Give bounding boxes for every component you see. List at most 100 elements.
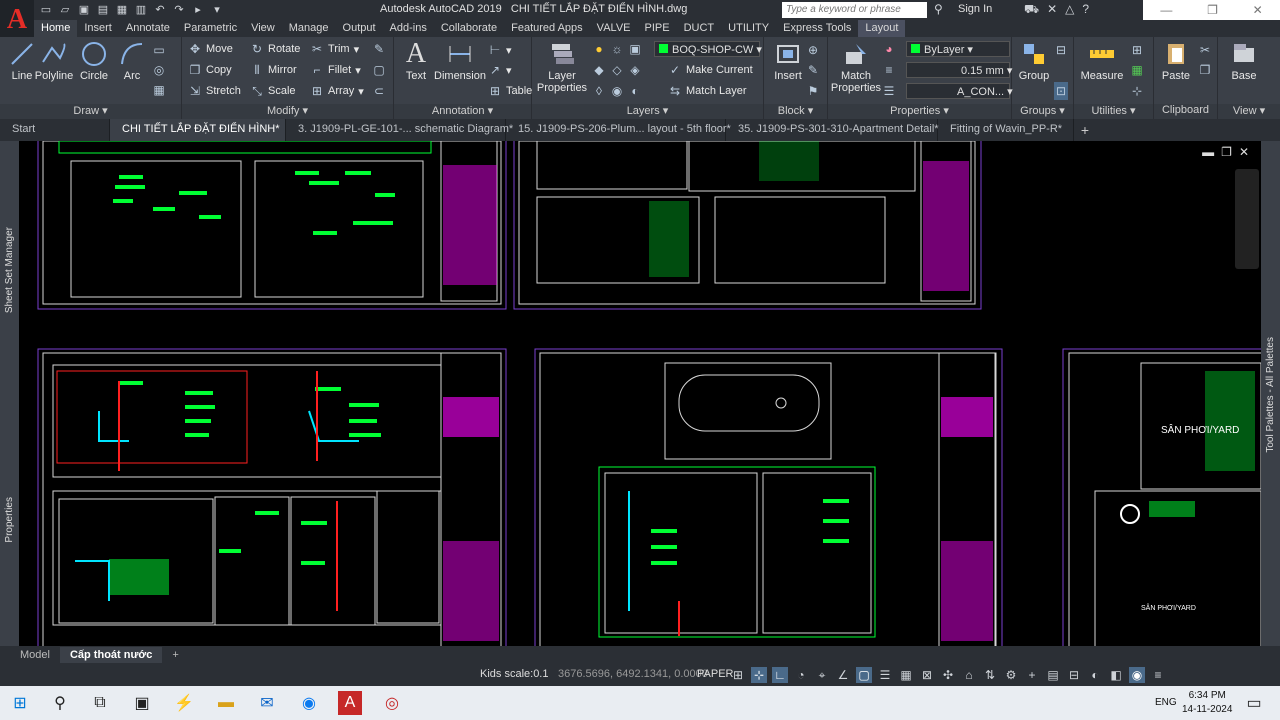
snap-icon[interactable]: ⊹ — [751, 667, 767, 683]
properties-panel-title[interactable]: Properties ▾ — [828, 104, 1011, 119]
erase-icon[interactable]: ✎ — [372, 40, 386, 58]
undo-icon[interactable]: ↶ — [152, 2, 168, 17]
clock[interactable]: 6:34 PM 14-11-2024 — [1182, 689, 1232, 717]
ribbon-tab-annotate[interactable]: Annotate — [119, 20, 177, 37]
hatch-icon[interactable]: ◎ — [152, 61, 166, 79]
paper-space-button[interactable]: PAPER — [697, 668, 733, 680]
ribbon-tab-collaborate[interactable]: Collaborate — [434, 20, 504, 37]
color-wheel-icon[interactable]: ◕ — [882, 40, 896, 58]
selection-cycling-icon[interactable]: ⊠ — [919, 667, 935, 683]
quick-properties-icon[interactable]: ▤ — [1045, 667, 1061, 683]
doc-tab-apartment[interactable]: 35. J1909-PS-301-310-Apartment Detail* — [726, 119, 939, 141]
doc-tab-plumbing[interactable]: 15. J1909-PS-206-Plum... layout - 5th fl… — [506, 119, 731, 141]
language-indicator[interactable]: ENG — [1155, 697, 1177, 708]
clipboard-panel-title[interactable]: Clipboard — [1154, 104, 1217, 119]
help-icon[interactable]: ? — [1082, 2, 1089, 18]
layers-panel-title[interactable]: Layers ▾ — [532, 104, 763, 119]
screen-recorder-icon[interactable]: ◎ — [380, 691, 404, 715]
lineweight-icon[interactable]: ≡ — [882, 61, 896, 79]
save-as-icon[interactable]: ▤ — [95, 2, 111, 17]
close-icon[interactable]: ✕ — [1253, 3, 1263, 17]
edit-block-icon[interactable]: ✎ — [806, 61, 820, 79]
clean-screen-icon[interactable]: ◉ — [1129, 667, 1145, 683]
fillet-button[interactable]: ⌐ Fillet ▾ — [310, 61, 360, 79]
doc-tab-schematic[interactable]: 3. J1909-PL-GE-101-... schematic Diagram… — [286, 119, 513, 141]
polyline-button[interactable]: Polyline — [32, 40, 76, 82]
zalo-icon[interactable]: ◉ — [297, 691, 321, 715]
ribbon-tab-manage[interactable]: Manage — [282, 20, 336, 37]
ribbon-tab-duct[interactable]: DUCT — [677, 20, 722, 37]
doc-tab-wavin[interactable]: Fitting of Wavin_PP-R* — [938, 119, 1074, 141]
notification-icon[interactable]: ▭ — [1242, 691, 1266, 715]
autoscale-icon[interactable]: ⇅ — [982, 667, 998, 683]
array-button[interactable]: ⊞ Array ▾ — [310, 82, 364, 100]
gradient-icon[interactable]: ▦ — [152, 81, 166, 99]
block-attr-icon[interactable]: ⚑ — [806, 82, 820, 100]
isolate-icon[interactable]: ◐ — [1087, 667, 1103, 683]
dimension-button[interactable]: Dimension — [434, 40, 486, 82]
viewport-restore-icon[interactable]: ❐ — [1221, 145, 1232, 159]
ungroup-icon[interactable]: ⊟ — [1054, 41, 1068, 59]
workspace-gear-icon[interactable]: ⚙ — [1003, 667, 1019, 683]
ribbon-tab-home[interactable]: Home — [34, 20, 78, 37]
tool-palettes-tab[interactable]: Tool Palettes - All Palettes — [1265, 337, 1276, 453]
make-current-button[interactable]: ✓ Make Current — [668, 61, 753, 79]
ribbon-tab-pipe[interactable]: PIPE — [638, 20, 677, 37]
minimize-icon[interactable]: — — [1160, 3, 1172, 17]
match-properties-button[interactable]: Match Properties — [830, 40, 882, 94]
pdf-icon[interactable]: ⚡ — [172, 691, 196, 715]
copy-button[interactable]: ❐ Copy — [188, 61, 232, 79]
osnap-icon[interactable]: ⌖ — [814, 667, 830, 683]
exchange-icon[interactable]: ✕ — [1047, 2, 1057, 18]
add-icon[interactable]: + — [1024, 667, 1040, 683]
properties-palette-tab[interactable]: Properties — [4, 497, 15, 543]
ribbon-tab-express-tools[interactable]: Express Tools — [776, 20, 858, 37]
ribbon-tab-parametric[interactable]: Parametric — [177, 20, 244, 37]
ortho-icon[interactable]: ∟ — [772, 667, 788, 683]
block-panel-title[interactable]: Block ▾ — [764, 104, 827, 119]
group-button[interactable]: Group — [1014, 40, 1054, 82]
layer-dropdown[interactable]: BOQ-SHOP-CW ▾ — [654, 41, 762, 57]
ribbon-tab-add-ins[interactable]: Add-ins — [383, 20, 434, 37]
measure-button[interactable]: Measure — [1078, 40, 1126, 82]
new-file-icon[interactable]: ▭ — [38, 2, 54, 17]
match-layer-button[interactable]: ⇆ Match Layer — [668, 82, 747, 100]
task-view-icon[interactable]: ⧉ — [88, 691, 112, 715]
new-tab-icon[interactable]: + — [1074, 122, 1096, 138]
paste-button[interactable]: Paste — [1156, 40, 1196, 82]
layer-tools-row2[interactable]: ◆ ◇ ◈ — [592, 61, 642, 79]
cart-icon[interactable]: ⛟ — [1024, 2, 1039, 18]
doc-tab-active[interactable]: CHI TIẾT LẮP ĐẶT ĐIỂN HÌNH* — [110, 119, 286, 141]
sheet-set-manager-tab[interactable]: Sheet Set Manager — [4, 227, 15, 313]
binoculars-icon[interactable]: ⚲ — [934, 2, 943, 16]
ribbon-tab-valve[interactable]: VALVE — [590, 20, 638, 37]
ribbon-tab-view[interactable]: View — [244, 20, 282, 37]
add-layout-icon[interactable]: + — [162, 647, 188, 663]
trim-button[interactable]: ✂ Trim ▾ — [310, 40, 359, 58]
layer-state-icons[interactable]: ● ☼ ▣ — [592, 40, 642, 58]
modify-panel-title[interactable]: Modify ▾ — [182, 104, 393, 119]
plot-icon[interactable]: ▥ — [133, 2, 149, 17]
viewport-minimize-icon[interactable]: ▬ — [1202, 145, 1214, 159]
polar-icon[interactable]: ◔ — [793, 667, 809, 683]
annotation-scale[interactable]: Kids scale:0.1 — [480, 668, 548, 680]
otrack-icon[interactable]: ∠ — [835, 667, 851, 683]
share-icon[interactable]: ▸ — [190, 2, 206, 17]
viewport-close-icon[interactable]: ✕ — [1239, 145, 1249, 159]
ribbon-tab-featured-apps[interactable]: Featured Apps — [504, 20, 590, 37]
restore-icon[interactable]: ❐ — [1207, 3, 1218, 17]
ribbon-tab-output[interactable]: Output — [336, 20, 383, 37]
move-button[interactable]: ✥ Move — [188, 40, 233, 58]
drawing-canvas[interactable]: SÂN PHƠI/YARD SÂN PHƠI/YARD ▬ ❐ ✕ — [19, 141, 1261, 646]
view-panel-title[interactable]: View ▾ — [1218, 104, 1280, 119]
lineweight-toggle-icon[interactable]: ☰ — [877, 667, 893, 683]
autocad-taskbar-icon[interactable]: A — [338, 691, 362, 715]
save-icon[interactable]: ▣ — [76, 2, 92, 17]
web-icon[interactable]: ▦ — [114, 2, 130, 17]
linetype-icon[interactable]: ☰ — [882, 82, 896, 100]
table-button[interactable]: ⊞ Table — [488, 82, 532, 100]
layer-properties-button[interactable]: Layer Properties — [536, 40, 588, 94]
navigation-bar[interactable] — [1235, 169, 1259, 269]
copy-clip-icon[interactable]: ❐ — [1198, 61, 1212, 79]
arc-button[interactable]: Arc — [110, 40, 154, 82]
